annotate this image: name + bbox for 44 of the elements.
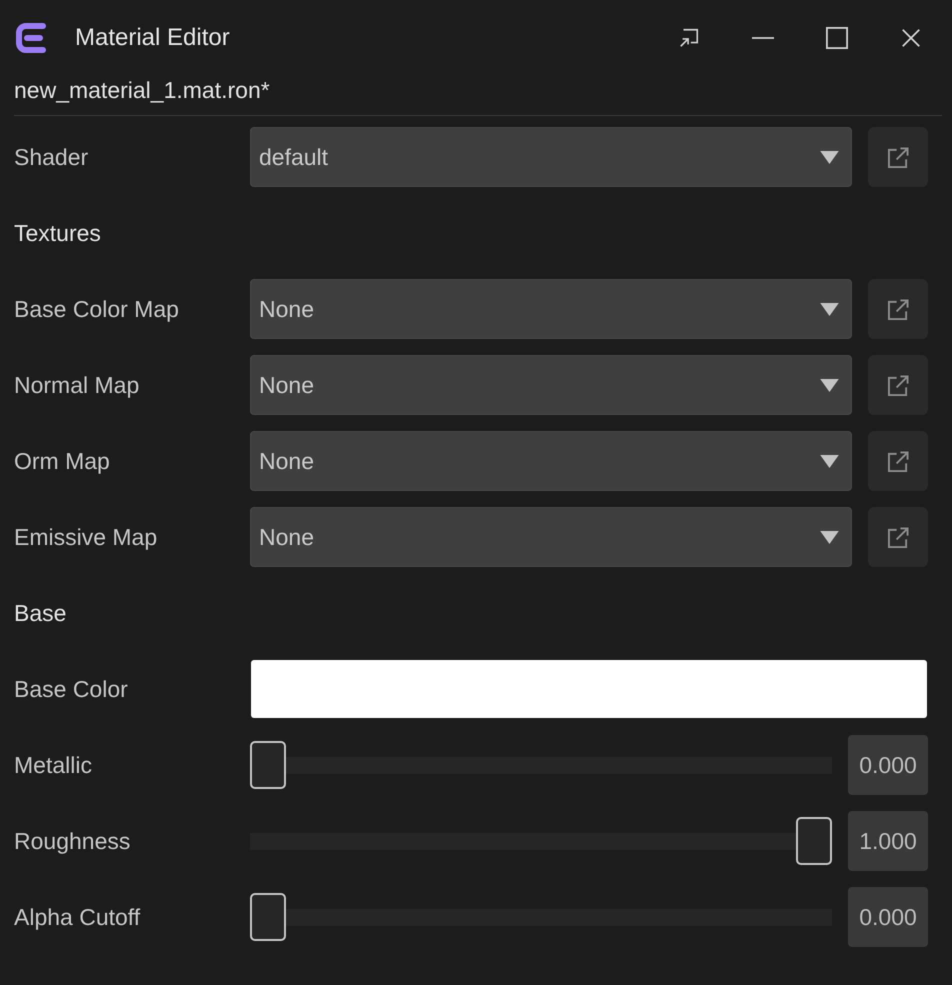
open-external-button[interactable] — [868, 507, 928, 567]
section-heading: Base — [14, 600, 68, 626]
file-name: new_material_1.mat.ron* — [13, 76, 271, 104]
value-field[interactable]: 0.000 — [848, 887, 928, 947]
open-external-button[interactable] — [868, 355, 928, 415]
app-logo-icon — [16, 22, 46, 54]
caret-icon — [820, 378, 839, 392]
external-link-icon — [888, 374, 908, 396]
open-external-button[interactable] — [868, 127, 928, 187]
property-label: Alpha Cutoff — [14, 904, 142, 930]
dock-icon[interactable] — [678, 27, 700, 49]
dropdown[interactable]: None — [250, 355, 852, 415]
external-link-icon — [888, 146, 908, 168]
section-heading: Textures — [14, 220, 102, 246]
dropdown[interactable]: None — [250, 507, 852, 567]
dropdown[interactable]: None — [250, 279, 852, 339]
property-label: Shader — [14, 144, 90, 170]
caret-icon — [820, 530, 839, 544]
value-field[interactable]: 0.000 — [848, 735, 928, 795]
property-label: Metallic — [14, 752, 93, 778]
caret-icon — [820, 454, 839, 468]
caret-icon — [820, 150, 839, 164]
open-external-button[interactable] — [868, 279, 928, 339]
property-label: Base Color Map — [14, 296, 180, 322]
dropdown[interactable]: None — [250, 431, 852, 491]
property-label: Emissive Map — [14, 524, 158, 550]
external-link-icon — [888, 450, 908, 472]
slider-thumb[interactable] — [796, 817, 832, 865]
color-swatch[interactable] — [251, 660, 927, 718]
maximize-icon[interactable] — [826, 27, 848, 49]
close-icon[interactable] — [900, 27, 922, 49]
property-label: Roughness — [14, 828, 132, 854]
external-link-icon — [888, 298, 908, 320]
property-label: Orm Map — [14, 448, 111, 474]
value-field[interactable]: 1.000 — [848, 811, 928, 871]
property-label: Normal Map — [14, 372, 140, 398]
external-link-icon — [888, 526, 908, 548]
open-external-button[interactable] — [868, 431, 928, 491]
window-title: Material Editor — [75, 24, 230, 52]
caret-icon — [820, 302, 839, 316]
property-label: Base Color — [14, 676, 129, 702]
dropdown[interactable]: default — [250, 127, 852, 187]
slider-thumb[interactable] — [250, 893, 286, 941]
slider-thumb[interactable] — [250, 741, 286, 789]
